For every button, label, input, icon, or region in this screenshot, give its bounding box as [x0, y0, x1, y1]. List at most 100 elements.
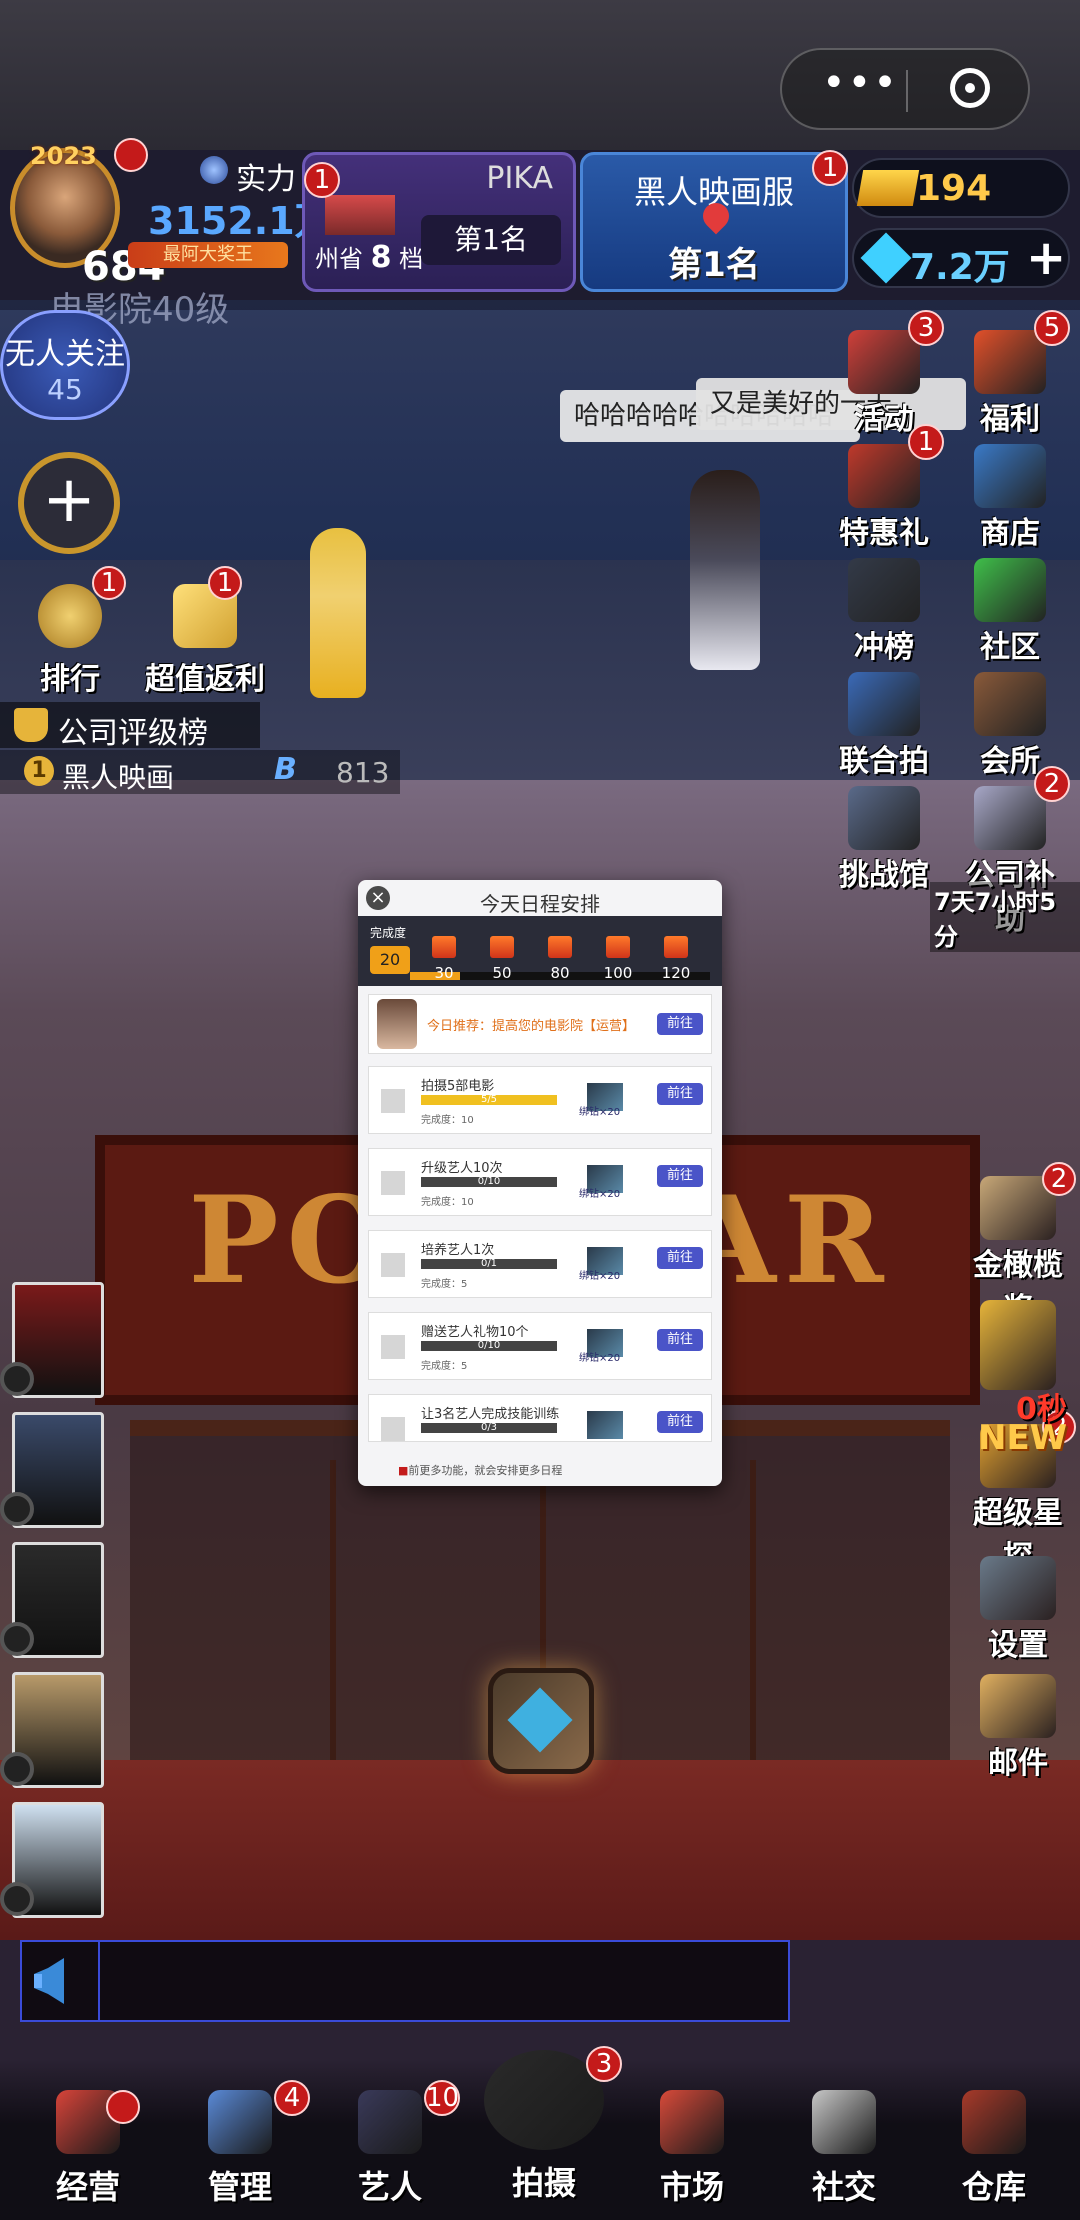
film-reel-icon: [0, 1492, 34, 1526]
province-name: 州省: [315, 245, 363, 273]
character-dark-hair: [690, 470, 760, 670]
gold-amount: 194: [916, 168, 992, 209]
task-go-button[interactable]: 前往: [657, 1083, 703, 1105]
follow-button[interactable]: 无人关注 45: [0, 310, 130, 420]
nav-label: 经营: [55, 2168, 120, 2206]
diamond-icon: [860, 232, 912, 284]
milestone-gift-icon[interactable]: [490, 936, 514, 958]
rebate-label: 超值返利: [145, 662, 265, 697]
recommendation-row: 今日推荐：提高您的电影院【运营】 前往: [368, 994, 712, 1054]
right-menu-label: 社区: [980, 630, 1040, 665]
milestone-value: 80: [550, 964, 570, 982]
market-icon: [660, 2090, 724, 2154]
right-menu-chat[interactable]: 社区: [954, 558, 1066, 666]
right-lower-gear[interactable]: 设置: [960, 1556, 1076, 1664]
province-rank-panel[interactable]: PIKA 州省 8 档 第1名: [302, 152, 576, 292]
task-checkbox[interactable]: [381, 1417, 405, 1441]
task-go-button[interactable]: 前往: [657, 1411, 703, 1433]
rebate-button[interactable]: 超值返利: [130, 584, 280, 698]
world-chat-bar[interactable]: [20, 1940, 790, 2022]
server-panel-badge: 1: [812, 150, 848, 186]
right-lower-mail[interactable]: 邮件: [960, 1674, 1076, 1782]
year-badge: 2023: [30, 142, 97, 170]
recommendation-go-button[interactable]: 前往: [657, 1013, 703, 1035]
dialog-title: 今天日程安排: [480, 892, 600, 916]
province-grade: 8: [370, 240, 392, 275]
nav-label: 仓库: [961, 2168, 1026, 2206]
red-carpet: [0, 1760, 1080, 1940]
milestone-gift-icon[interactable]: [664, 936, 688, 958]
right-menu-label: 福利: [980, 402, 1040, 437]
task-row: 让3名艺人完成技能训练 0/3 前往: [368, 1394, 712, 1442]
film-reel-icon: [0, 1882, 34, 1916]
right-menu-challenge[interactable]: 挑战馆: [828, 786, 940, 894]
task-checkbox[interactable]: [381, 1335, 405, 1359]
gift-box-icon: [974, 330, 1046, 394]
right-lower-trophy[interactable]: [960, 1300, 1076, 1390]
treasure-chest-button[interactable]: [488, 1668, 594, 1774]
title-ribbon: 最阿大奖王: [128, 242, 288, 268]
task-name: 升级艺人10次: [421, 1161, 503, 1176]
right-menu-gift-box[interactable]: 福利: [954, 330, 1066, 438]
milestone-gift-icon[interactable]: [606, 936, 630, 958]
clapper-icon: [848, 558, 920, 622]
dialog-footer: ■前更多功能，就会安排更多日程: [398, 1462, 562, 1478]
more-options-button[interactable]: •••: [822, 60, 899, 106]
reward-amount: 绑钻×20: [579, 1353, 621, 1364]
right-menu-activity[interactable]: 活动: [828, 330, 940, 438]
rank-player-name: PIKA: [486, 161, 553, 196]
rank-panel-badge: 1: [304, 162, 340, 198]
task-go-button[interactable]: 前往: [657, 1165, 703, 1187]
management-icon: [208, 2090, 272, 2154]
footer-mark: ■: [398, 1464, 409, 1477]
character-yellow-dress: [310, 528, 366, 698]
nav-badge: 4: [274, 2080, 310, 2116]
right-lower-label: 设置: [988, 1628, 1048, 1663]
right-lower-label: 邮件: [988, 1746, 1048, 1781]
joint-shoot-icon: [848, 672, 920, 736]
milestone-value: 120: [661, 964, 691, 982]
gem-amount: 7.2万: [910, 247, 1010, 288]
subsidy-timer: 7天7小时5分: [930, 882, 1080, 952]
gem-counter[interactable]: 7.2万 +: [852, 228, 1070, 288]
close-program-button[interactable]: [950, 68, 990, 108]
mail-icon: [980, 1674, 1056, 1738]
right-menu-label: 冲榜: [854, 630, 914, 665]
right-menu-clapper[interactable]: 冲榜: [828, 558, 940, 666]
milestone-gift-icon[interactable]: [548, 936, 572, 958]
chat-icon: [974, 558, 1046, 622]
server-rank-panel[interactable]: 黑人映画服 第1名: [580, 152, 848, 292]
activity-icon: [848, 330, 920, 394]
company-rating-bar[interactable]: 公司评级榜: [0, 702, 260, 751]
task-name: 让3名艺人完成技能训练: [421, 1407, 560, 1422]
add-gems-button[interactable]: +: [1026, 230, 1066, 286]
right-menu-shop[interactable]: 商店: [954, 444, 1066, 552]
horn-icon: [34, 1958, 64, 2004]
add-button[interactable]: +: [18, 452, 120, 554]
server-rank-position: 第1名: [668, 245, 760, 285]
rating-grade-icon: B: [274, 752, 297, 787]
province-rank-position: 第1名: [421, 215, 561, 265]
task-name: 培养艺人1次: [421, 1243, 495, 1258]
task-go-button[interactable]: 前往: [657, 1329, 703, 1351]
rating-score: 813: [336, 756, 390, 789]
right-menu-badge: 3: [908, 310, 944, 346]
milestone-gift-icon[interactable]: [432, 936, 456, 958]
nav-coffee[interactable]: 社交: [774, 2090, 914, 2208]
right-menu-label: 挑战馆: [839, 858, 929, 893]
task-checkbox[interactable]: [381, 1253, 405, 1277]
avatar-notification-dot: [114, 138, 148, 172]
task-checkbox[interactable]: [381, 1089, 405, 1113]
task-checkbox[interactable]: [381, 1171, 405, 1195]
leaderboard-button[interactable]: 排行: [30, 584, 110, 698]
task-name: 拍摄5部电影: [421, 1079, 495, 1094]
right-menu-club[interactable]: 会所: [954, 672, 1066, 780]
nav-market[interactable]: 市场: [622, 2090, 762, 2208]
capsule-divider: [906, 70, 908, 112]
task-go-button[interactable]: 前往: [657, 1247, 703, 1269]
task-completion: 完成度：5: [421, 1279, 468, 1290]
gold-counter[interactable]: 194: [852, 158, 1070, 218]
footer-text: 前更多功能，就会安排更多日程: [408, 1464, 563, 1477]
nav-warehouse[interactable]: 仓库: [924, 2090, 1064, 2208]
film-reel-icon: [0, 1622, 34, 1656]
